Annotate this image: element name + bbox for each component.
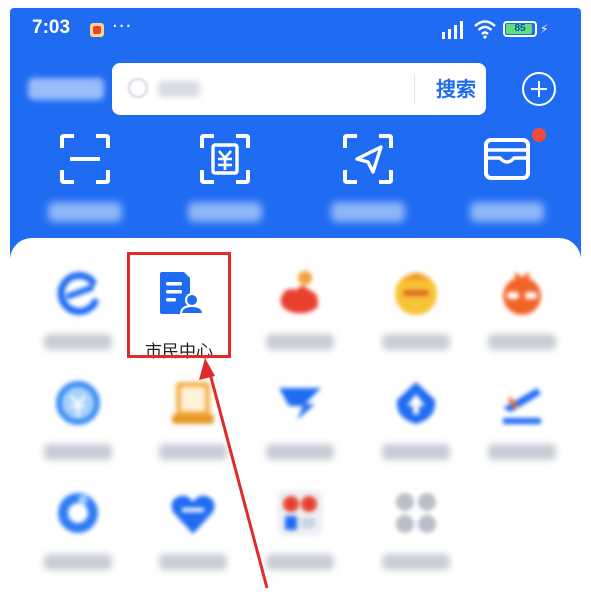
quick-action-pay[interactable]	[180, 132, 270, 232]
blurred-app-icon	[172, 382, 214, 424]
quick-action-travel[interactable]	[323, 132, 413, 232]
app-label-blurred	[382, 444, 450, 460]
app-item[interactable]	[250, 378, 350, 488]
blurred-app-icon	[396, 382, 436, 424]
search-divider	[414, 75, 415, 103]
app-item[interactable]	[250, 268, 350, 378]
battery-icon: 85	[503, 21, 537, 37]
quick-action-wallet[interactable]	[462, 128, 552, 232]
app-label-blurred	[382, 554, 450, 570]
search-placeholder-blurred	[158, 81, 200, 97]
app-item[interactable]	[250, 488, 350, 588]
scan-icon	[60, 134, 110, 184]
app-item[interactable]	[28, 378, 128, 488]
blurred-app-icon	[395, 272, 437, 315]
app-label-blurred	[44, 444, 112, 460]
app-item[interactable]	[143, 378, 243, 488]
app-item[interactable]	[366, 378, 466, 488]
quick-action-label-blurred	[48, 202, 122, 222]
search-button[interactable]: 搜索	[426, 73, 486, 105]
notification-app-icon	[90, 23, 104, 37]
app-item[interactable]	[28, 488, 128, 588]
status-time: 7:03	[32, 17, 71, 38]
app-item[interactable]	[143, 488, 243, 588]
search-icon	[128, 78, 148, 98]
plus-circle-icon[interactable]	[522, 72, 556, 106]
blurred-app-icon	[58, 493, 98, 533]
quick-action-label-blurred	[331, 202, 405, 222]
phone-screen: 7:03 ··· 85 ⚡ 搜索 市民中心	[10, 8, 581, 588]
blurred-app-icon	[277, 490, 323, 536]
notification-badge	[532, 128, 546, 142]
quick-action-scan[interactable]	[40, 132, 130, 232]
blurred-app-icon	[279, 388, 321, 420]
battery-percent: 85	[514, 23, 526, 34]
travel-icon	[343, 134, 393, 184]
app-more[interactable]	[366, 488, 466, 588]
more-notifications-icon: ···	[112, 16, 133, 37]
status-bar: 7:03 ··· 85 ⚡	[10, 8, 581, 50]
app-item[interactable]	[28, 268, 128, 378]
blurred-app-icon	[503, 272, 541, 315]
blurred-app-icon	[503, 388, 541, 424]
app-item[interactable]	[472, 268, 572, 378]
more-apps-icon	[396, 493, 436, 533]
quick-action-label-blurred	[188, 202, 262, 222]
app-label-blurred	[382, 334, 450, 350]
app-label-blurred	[159, 554, 227, 570]
blurred-app-icon	[56, 381, 100, 425]
apps-panel: 市民中心	[10, 238, 581, 588]
charging-icon: ⚡	[540, 22, 549, 36]
blurred-app-icon	[57, 272, 99, 315]
app-label-blurred	[266, 334, 334, 350]
app-label-blurred	[44, 334, 112, 350]
wifi-icon	[474, 20, 496, 39]
app-label-blurred	[44, 554, 112, 570]
signal-icon	[442, 21, 463, 39]
app-label-blurred	[159, 444, 227, 460]
app-label-blurred	[488, 444, 556, 460]
app-item[interactable]	[366, 268, 466, 378]
app-label-blurred	[266, 444, 334, 460]
app-label-blurred	[266, 554, 334, 570]
app-item[interactable]	[472, 378, 572, 488]
quick-action-label-blurred	[470, 202, 544, 222]
payment-code-icon	[200, 134, 250, 184]
highlight-box	[127, 252, 231, 358]
blurred-app-icon	[171, 495, 215, 534]
app-label-blurred	[488, 334, 556, 350]
blurred-app-icon	[280, 271, 318, 314]
wallet-icon	[484, 138, 530, 180]
search-bar[interactable]: 搜索	[112, 63, 486, 115]
city-selector-blurred[interactable]	[28, 78, 104, 100]
